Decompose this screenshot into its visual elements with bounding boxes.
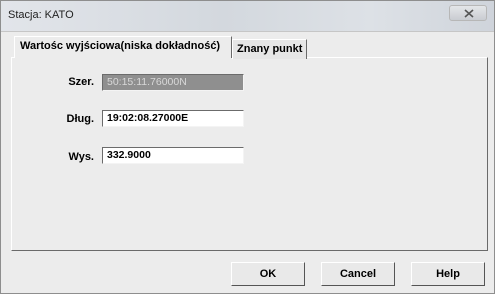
tab-known-point[interactable]: Znany punkt (232, 39, 307, 59)
close-button[interactable] (449, 5, 487, 21)
longitude-label: Dług. (66, 113, 95, 125)
ok-button[interactable]: OK (231, 262, 305, 286)
tab-initial-value[interactable]: Wartośc wyjściowa(niska dokładność) (14, 36, 232, 58)
latitude-label: Szer. (68, 76, 94, 88)
dialog-window: Stacja: KATO Wartośc wyjściowa(niska dok… (0, 0, 495, 294)
window-title: Stacja: KATO (8, 9, 74, 21)
altitude-field[interactable]: 332.9000 (102, 147, 244, 164)
longitude-field[interactable]: 19:02:08.27000E (102, 110, 244, 127)
altitude-label: Wys. (68, 151, 94, 163)
latitude-field: 50:15:11.76000N (102, 74, 244, 91)
title-bar[interactable]: Stacja: KATO (1, 1, 494, 32)
tab-known-point-label: Znany punkt (237, 43, 303, 55)
close-icon (464, 9, 474, 18)
help-button[interactable]: Help (411, 262, 485, 286)
cancel-button[interactable]: Cancel (321, 262, 395, 286)
tab-initial-value-label: Wartośc wyjściowa(niska dokładność) (20, 40, 221, 52)
